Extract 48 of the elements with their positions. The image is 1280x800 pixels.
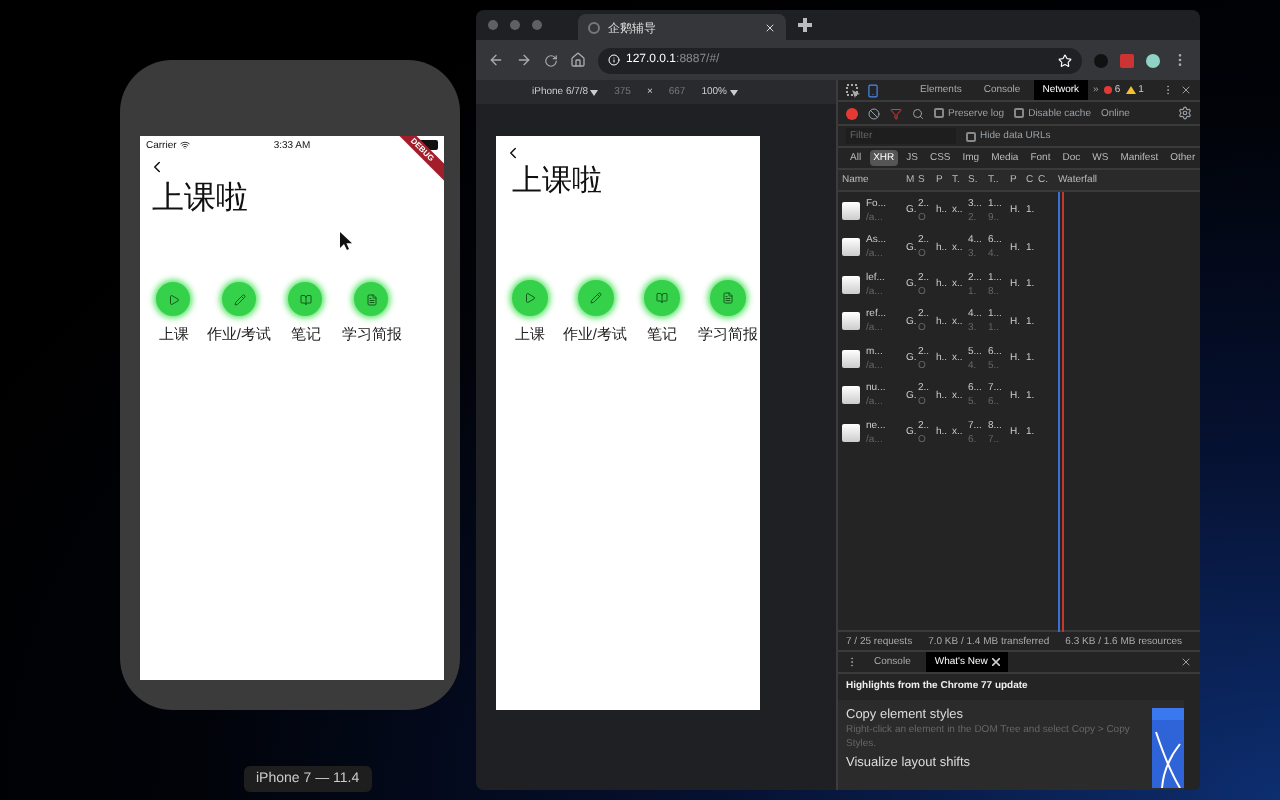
wifi-icon xyxy=(180,140,191,150)
home-icon[interactable] xyxy=(570,52,586,68)
close-icon[interactable] xyxy=(1180,656,1192,668)
action-button[interactable] xyxy=(577,280,613,316)
document-icon xyxy=(365,293,377,306)
close-icon[interactable] xyxy=(991,658,1000,666)
action-button[interactable] xyxy=(222,282,256,317)
checkbox[interactable] xyxy=(1014,108,1025,118)
book-icon xyxy=(299,293,311,306)
filter-icon[interactable] xyxy=(890,107,902,119)
window-control[interactable] xyxy=(510,20,520,30)
back-icon[interactable] xyxy=(504,144,522,162)
avatar-icon[interactable] xyxy=(1146,53,1160,67)
caret-icon[interactable] xyxy=(729,89,737,95)
caret-icon[interactable] xyxy=(590,89,599,95)
search-icon[interactable] xyxy=(912,107,924,119)
cursor-icon xyxy=(340,232,352,250)
clear-icon[interactable] xyxy=(868,107,880,119)
page-title: 上课啦 xyxy=(150,180,250,219)
window-control[interactable] xyxy=(488,20,498,30)
action-button[interactable] xyxy=(511,280,547,316)
checkbox[interactable] xyxy=(934,108,944,118)
star-icon[interactable] xyxy=(1058,53,1072,67)
reload-icon[interactable] xyxy=(544,53,558,67)
back-icon[interactable] xyxy=(148,158,166,176)
action-button[interactable] xyxy=(156,282,190,317)
window-control[interactable] xyxy=(532,20,542,30)
book-icon xyxy=(655,292,667,304)
settings-icon[interactable] xyxy=(1178,106,1192,120)
record-icon[interactable] xyxy=(846,107,858,119)
pencil-icon xyxy=(233,293,245,306)
pencil-icon xyxy=(589,292,601,304)
page-title: 上课啦 xyxy=(510,164,604,200)
close-icon[interactable] xyxy=(1180,84,1192,96)
action-button[interactable] xyxy=(709,280,745,316)
action-button[interactable] xyxy=(288,282,322,317)
document-icon xyxy=(721,292,733,304)
play-icon xyxy=(167,293,179,306)
globe-icon xyxy=(588,21,600,33)
info-icon xyxy=(608,54,620,66)
phone-icon[interactable] xyxy=(866,83,880,97)
action-button[interactable] xyxy=(354,282,388,317)
forward-icon[interactable] xyxy=(516,52,532,68)
inspect-icon[interactable] xyxy=(846,83,860,97)
play-icon xyxy=(523,292,535,304)
plus-icon[interactable] xyxy=(798,17,812,31)
checkbox[interactable] xyxy=(966,131,976,141)
action-button[interactable] xyxy=(643,280,679,316)
